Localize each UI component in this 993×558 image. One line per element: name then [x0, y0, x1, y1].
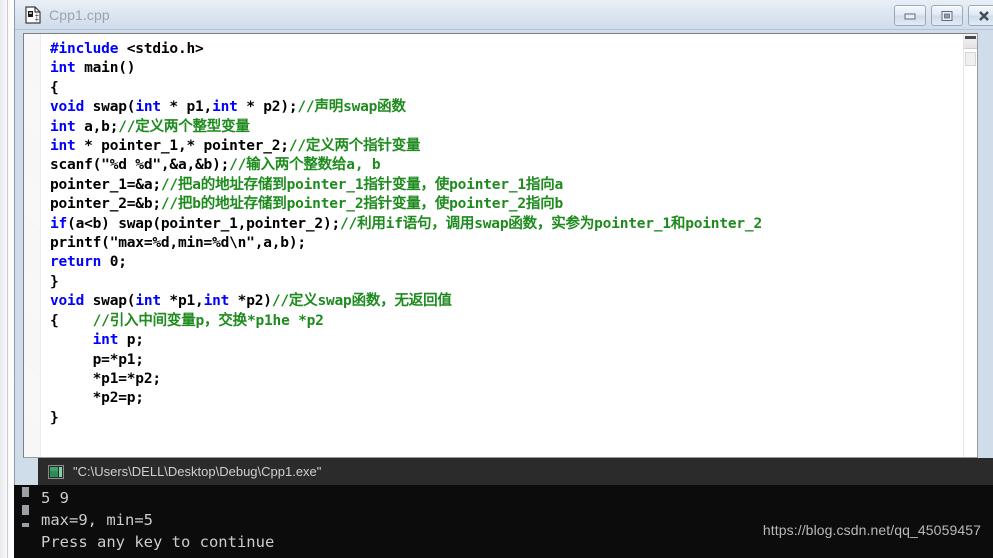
minimize-button[interactable] — [894, 5, 926, 26]
code-text-area[interactable]: #include <stdio.h> int main(){void swap(i… — [41, 34, 963, 457]
cpp-file-icon: + + — [25, 5, 41, 24]
code-text: <stdio.h> — [118, 41, 204, 57]
code-line: int a,b;//定义两个整型变量 — [50, 118, 963, 137]
code-text: *p2) — [229, 293, 272, 310]
console-left-edge-mark-2 — [22, 505, 29, 515]
code-text: pointer_2=&b; — [50, 196, 161, 213]
code-line: } — [50, 273, 963, 292]
code-comment: //声明swap函数 — [297, 99, 406, 116]
code-line: { — [50, 79, 963, 98]
code-text: } — [50, 273, 59, 290]
code-keyword: int — [212, 99, 238, 116]
code-line: pointer_2=&b;//把b的地址存储到pointer_2指针变量，使po… — [50, 195, 963, 214]
code-text: } — [50, 409, 59, 426]
editor-vertical-scrollbar[interactable] — [963, 34, 977, 457]
code-line: } — [50, 409, 963, 428]
code-line: int p; — [50, 331, 963, 350]
code-editor-pane[interactable]: #include <stdio.h> int main(){void swap(i… — [23, 33, 978, 458]
code-text: swap( — [84, 99, 136, 116]
code-comment: //输入两个整数给a, b — [229, 157, 381, 174]
code-text: *p2=p; — [50, 390, 144, 407]
code-text: main() — [75, 60, 136, 77]
code-text: * p2); — [237, 99, 298, 116]
code-line: if(a<b) swap(pointer_1,pointer_2);//利用if… — [50, 215, 963, 234]
code-text: swap( — [84, 293, 136, 310]
code-keyword: int — [50, 60, 76, 77]
window-title-bar[interactable]: + + Cpp1.cpp — [15, 0, 993, 30]
console-output: 5 9 max=9, min=5 Press any key to continue — [38, 485, 993, 553]
code-keyword: int — [92, 332, 119, 349]
code-comment: //引入中间变量p，交换*p1he *p2 — [92, 312, 324, 329]
code-line: { //引入中间变量p，交换*p1he *p2 — [50, 312, 963, 331]
code-text: { — [50, 312, 93, 329]
scroll-up-arrow-icon[interactable] — [964, 34, 977, 49]
code-comment: //定义两个指针变量 — [288, 138, 421, 155]
window-controls — [894, 5, 993, 26]
code-keyword: return — [50, 254, 102, 271]
code-text: 0; — [101, 254, 127, 271]
desktop-background: + + Cpp1.cpp #include <stdio.h> int main… — [0, 0, 993, 558]
code-keyword: int — [135, 293, 161, 310]
code-comment: //定义swap函数，无返回值 — [271, 293, 452, 310]
code-line: pointer_1=&a;//把a的地址存储到pointer_1指针变量，使po… — [50, 176, 963, 195]
close-button[interactable] — [968, 5, 993, 26]
editor-gutter — [24, 34, 41, 457]
code-line: *p1=*p2; — [50, 370, 963, 389]
code-text: { — [50, 79, 59, 96]
code-line: #include <stdio.h> — [50, 40, 963, 59]
watermark-url: https://blog.csdn.net/qq_45059457 — [762, 522, 981, 538]
code-text: *p1=*p2; — [50, 370, 161, 387]
scrollbar-thumb[interactable] — [965, 52, 976, 66]
code-text: * p1, — [160, 99, 213, 116]
code-keyword: int — [50, 138, 76, 155]
code-line: printf("max=%d,min=%d\n",a,b); — [50, 234, 963, 253]
restore-button[interactable] — [931, 5, 963, 26]
console-left-edge-mark-3 — [22, 523, 29, 527]
code-line: return 0; — [50, 253, 963, 272]
code-keyword: int — [50, 118, 76, 135]
code-text: pointer_1=&a; — [50, 176, 161, 193]
code-text: (a<b) swap(pointer_1,pointer_2); — [67, 215, 341, 232]
console-left-edge-mark-1 — [22, 487, 29, 497]
code-text: a,b; — [75, 118, 119, 135]
code-text: p=*p1; — [50, 351, 144, 368]
code-line: *p2=p; — [50, 389, 963, 408]
code-line: scanf("%d %d",&a,&b);//输入两个整数给a, b — [50, 156, 963, 175]
window-title: Cpp1.cpp — [49, 6, 110, 23]
console-monitor-icon — [48, 464, 64, 479]
code-keyword: if — [50, 215, 68, 232]
code-text: *p1, — [160, 293, 204, 310]
code-text: * pointer_1,* pointer_2; — [75, 138, 289, 155]
console-window[interactable]: "C:\Users\DELL\Desktop\Debug\Cpp1.exe" 5… — [38, 458, 993, 558]
code-line: void swap(int * p1,int * p2);//声明swap函数 — [50, 98, 963, 117]
code-keyword: void — [50, 293, 85, 310]
code-keyword: #include — [50, 41, 119, 57]
code-comment: //利用if语句，调用swap函数，实参为pointer_1和pointer_2 — [340, 215, 762, 232]
code-line: p=*p1; — [50, 351, 963, 370]
console-title-text: "C:\Users\DELL\Desktop\Debug\Cpp1.exe" — [73, 464, 322, 479]
code-text: printf("max=%d,min=%d\n",a,b); — [50, 235, 306, 252]
code-keyword: int — [135, 99, 161, 116]
desktop-left-strip — [0, 0, 14, 558]
code-keyword: void — [50, 99, 85, 116]
console-title-bar[interactable]: "C:\Users\DELL\Desktop\Debug\Cpp1.exe" — [38, 458, 993, 485]
code-line: int * pointer_1,* pointer_2;//定义两个指针变量 — [50, 137, 963, 156]
code-text: p; — [118, 332, 144, 349]
code-comment: //把b的地址存储到pointer_2指针变量，使pointer_2指向b — [160, 196, 564, 213]
code-line: void swap(int *p1,int *p2)//定义swap函数，无返回… — [50, 292, 963, 311]
code-comment: //把a的地址存储到pointer_1指针变量，使pointer_1指向a — [160, 176, 564, 193]
console-output-line: 5 9 — [41, 489, 69, 507]
code-line: int main() — [50, 59, 963, 78]
code-comment: //定义两个整型变量 — [118, 118, 250, 135]
svg-text:+: + — [34, 16, 39, 23]
code-text: scanf("%d %d",&a,&b); — [50, 157, 230, 174]
code-keyword: int — [203, 293, 230, 310]
window-edge-line — [7, 0, 8, 558]
